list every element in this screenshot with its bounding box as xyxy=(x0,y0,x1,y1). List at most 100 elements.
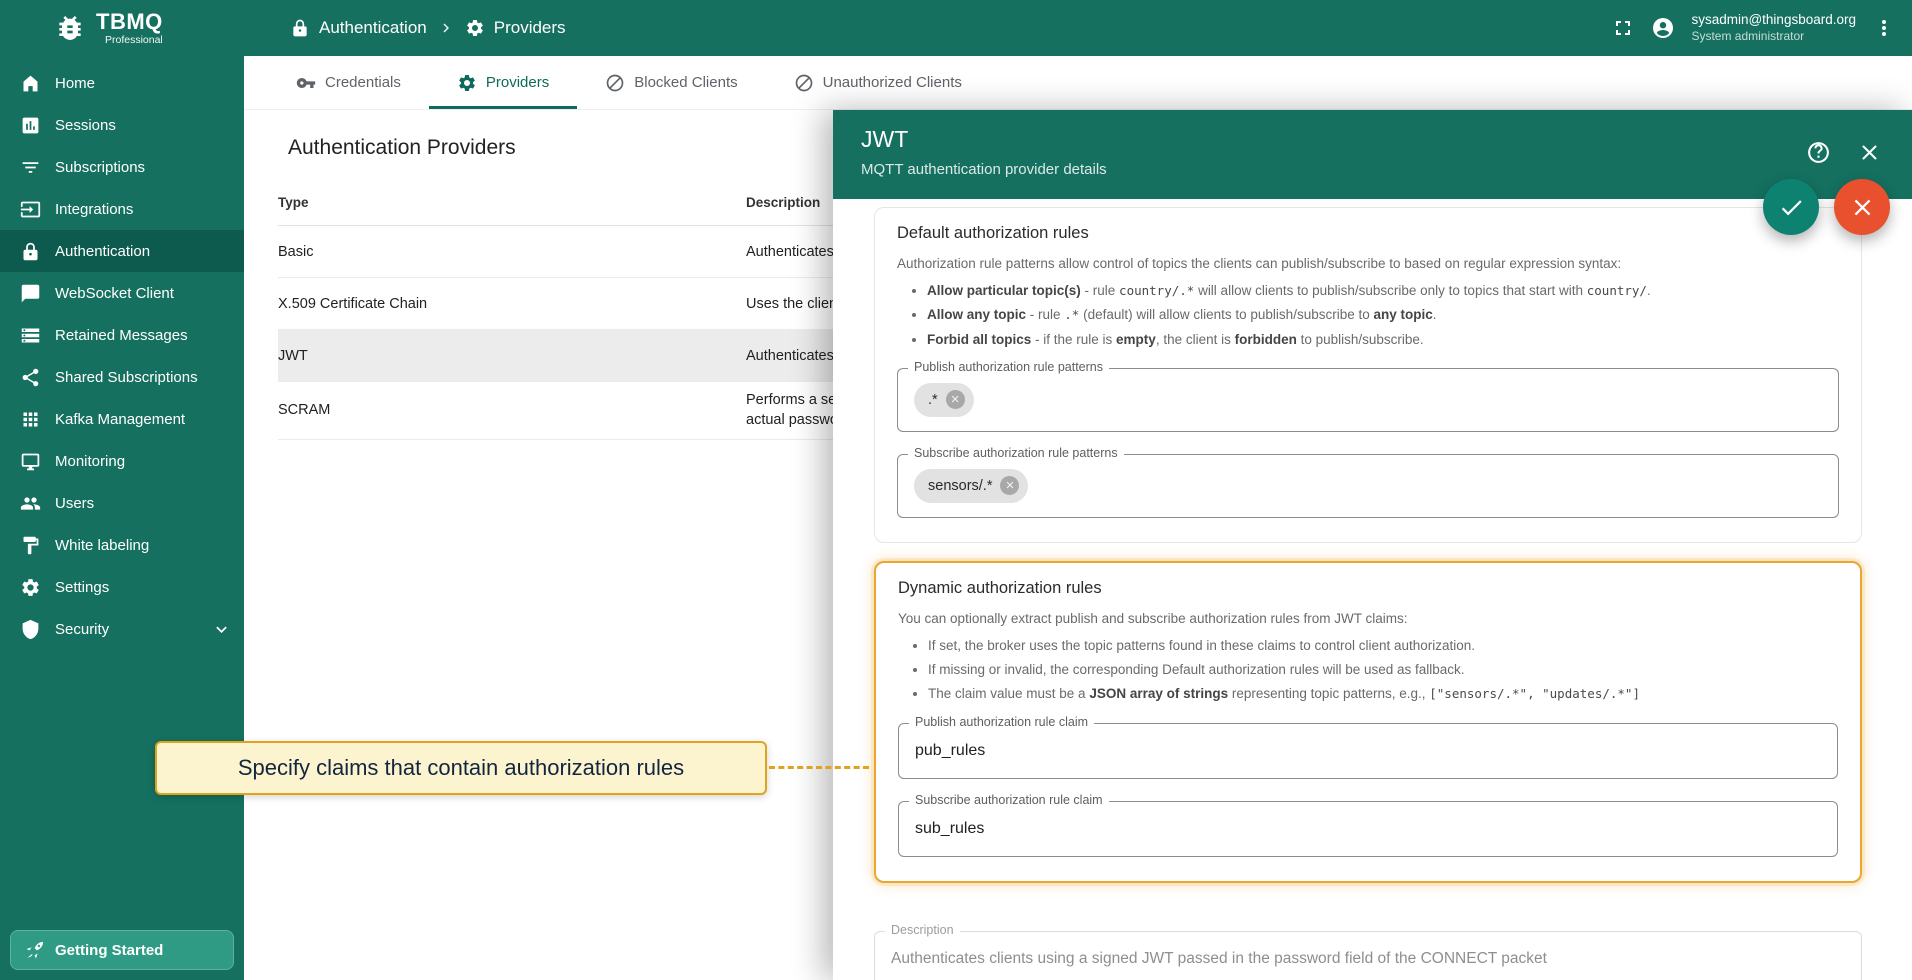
logo-text: TBMQ xyxy=(96,8,163,34)
section-intro: You can optionally extract publish and s… xyxy=(898,610,1408,626)
confirm-button[interactable] xyxy=(1763,179,1819,235)
breadcrumb: Authentication Providers xyxy=(290,18,566,38)
sidebar-item-monitoring[interactable]: Monitoring xyxy=(0,440,244,482)
lock-icon xyxy=(290,18,310,38)
field-label: Subscribe authorization rule claim xyxy=(909,792,1109,807)
sidebar: Home Sessions Subscriptions Integrations… xyxy=(0,56,244,980)
getting-started-label: Getting Started xyxy=(55,941,164,959)
breadcrumb-label: Providers xyxy=(493,18,566,37)
top-header: TBMQ Professional Authentication Provide… xyxy=(0,0,1912,56)
sidebar-item-integrations[interactable]: Integrations xyxy=(0,188,244,230)
column-header-type[interactable]: Type xyxy=(278,195,746,210)
bullet-segment: Forbid all topics xyxy=(927,331,1032,347)
more-vertical-icon[interactable] xyxy=(1872,16,1896,40)
tab-credentials[interactable]: Credentials xyxy=(268,56,429,109)
sidebar-item-settings[interactable]: Settings xyxy=(0,566,244,608)
bullet-segment: - if the rule is xyxy=(1031,331,1117,347)
sidebar-item-security[interactable]: Security xyxy=(0,608,244,650)
bullet-segment: Allow any topic xyxy=(927,307,1027,323)
sidebar-item-kafka-management[interactable]: Kafka Management xyxy=(0,398,244,440)
bullet-segment: to publish/subscribe. xyxy=(1296,331,1424,347)
close-icon[interactable] xyxy=(1857,140,1882,165)
unauthorized-icon xyxy=(794,73,814,93)
getting-started-button[interactable]: Getting Started xyxy=(10,930,234,970)
sidebar-item-label: Retained Messages xyxy=(55,326,188,344)
bullet-segment: - rule xyxy=(1080,283,1120,298)
drawer-action-buttons xyxy=(1763,179,1890,235)
bullet-segment: ["sensors/.*", "updates/.*"] xyxy=(1429,686,1640,702)
bullet-segment: . xyxy=(1432,307,1437,323)
tbmq-logo[interactable]: TBMQ Professional xyxy=(0,8,244,46)
block-icon xyxy=(605,73,625,93)
cell-type: SCRAM xyxy=(278,402,331,419)
subscribe-claim-input[interactable] xyxy=(915,819,1821,838)
publish-rule-patterns-field[interactable]: Publish authorization rule patterns .* × xyxy=(897,359,1839,432)
bullet-segment: The claim value must be a xyxy=(928,686,1090,702)
chip-label: .* xyxy=(928,391,938,408)
bullet-segment: country/.* xyxy=(1119,283,1195,298)
callout-text: Specify claims that contain authorizatio… xyxy=(237,755,685,780)
tab-unauthorized-clients[interactable]: Unauthorized Clients xyxy=(766,56,990,109)
callout-tooltip: Specify claims that contain authorizatio… xyxy=(155,741,767,795)
sidebar-item-label: WebSocket Client xyxy=(55,284,174,302)
tab-blocked-clients[interactable]: Blocked Clients xyxy=(577,56,765,109)
dynamic-authorization-rules-section: Dynamic authorization rules You can opti… xyxy=(874,560,1862,883)
sidebar-item-label: Authentication xyxy=(55,242,151,260)
field-label: Description xyxy=(885,922,960,937)
help-icon[interactable] xyxy=(1806,140,1831,165)
bullet-segment: any topic xyxy=(1373,307,1433,323)
field-label: Subscribe authorization rule patterns xyxy=(908,445,1124,460)
fullscreen-icon[interactable] xyxy=(1611,16,1635,40)
rule-bullet: Allow particular topic(s) - rule country… xyxy=(927,281,1839,301)
sidebar-item-white-labeling[interactable]: White labeling xyxy=(0,524,244,566)
tab-providers[interactable]: Providers xyxy=(428,56,578,109)
bullet-segment: , the client is xyxy=(1155,331,1235,347)
sidebar-item-shared-subscriptions[interactable]: Shared Subscriptions xyxy=(0,356,244,398)
bullet-segment: If missing or invalid, the corresponding… xyxy=(928,662,1465,677)
chip-remove-icon[interactable]: × xyxy=(945,390,965,410)
tab-label: Providers xyxy=(485,74,550,91)
user-role: System administrator xyxy=(1691,28,1805,43)
sidebar-item-home[interactable]: Home xyxy=(0,62,244,104)
tabs-bar: Credentials Providers Blocked Clients Un… xyxy=(244,56,1912,110)
storage-icon xyxy=(20,325,41,346)
chevron-down-icon[interactable] xyxy=(211,619,232,640)
sidebar-item-websocket-client[interactable]: WebSocket Client xyxy=(0,272,244,314)
home-icon xyxy=(20,73,41,94)
publish-claim-input[interactable] xyxy=(915,741,1821,760)
shield-icon xyxy=(20,619,41,640)
rule-bullet: If set, the broker uses the topic patter… xyxy=(928,636,1838,656)
logo-subtitle: Professional xyxy=(104,33,163,46)
pattern-chip[interactable]: .* × xyxy=(914,382,974,417)
section-title: Default authorization rules xyxy=(897,224,1089,242)
header-actions: sysadmin@thingsboard.org System administ… xyxy=(1611,11,1912,44)
chat-icon xyxy=(20,283,41,304)
rule-bullet: If missing or invalid, the corresponding… xyxy=(928,660,1838,680)
publish-claim-field[interactable]: Publish authorization rule claim xyxy=(898,714,1838,779)
sidebar-item-label: Settings xyxy=(55,578,110,596)
sidebar-item-subscriptions[interactable]: Subscriptions xyxy=(0,146,244,188)
sidebar-item-authentication[interactable]: Authentication xyxy=(0,230,244,272)
people-icon xyxy=(20,493,41,514)
chip-remove-icon[interactable]: × xyxy=(1000,476,1020,496)
sidebar-item-sessions[interactable]: Sessions xyxy=(0,104,244,146)
breadcrumb-authentication[interactable]: Authentication xyxy=(290,18,427,38)
lock-icon xyxy=(20,241,41,262)
cancel-button[interactable] xyxy=(1834,179,1890,235)
chart-icon xyxy=(20,115,41,136)
subscribe-rule-patterns-field[interactable]: Subscribe authorization rule patterns se… xyxy=(897,445,1839,518)
sidebar-item-retained-messages[interactable]: Retained Messages xyxy=(0,314,244,356)
user-menu[interactable]: sysadmin@thingsboard.org System administ… xyxy=(1691,11,1856,44)
sidebar-item-label: Security xyxy=(55,620,110,638)
subscribe-claim-field[interactable]: Subscribe authorization rule claim xyxy=(898,792,1838,857)
sidebar-item-label: Monitoring xyxy=(55,452,126,470)
tbmq-bug-logo-icon xyxy=(54,12,86,44)
rule-bullet: Forbid all topics - if the rule is empty… xyxy=(927,330,1839,350)
paint-icon xyxy=(20,535,41,556)
sidebar-item-users[interactable]: Users xyxy=(0,482,244,524)
pattern-chip[interactable]: sensors/.* × xyxy=(914,468,1029,503)
drawer-body: Default authorization rules Authorizatio… xyxy=(833,199,1912,980)
avatar[interactable] xyxy=(1651,16,1675,40)
breadcrumb-providers[interactable]: Providers xyxy=(465,18,566,38)
chevron-right-icon xyxy=(437,19,455,37)
